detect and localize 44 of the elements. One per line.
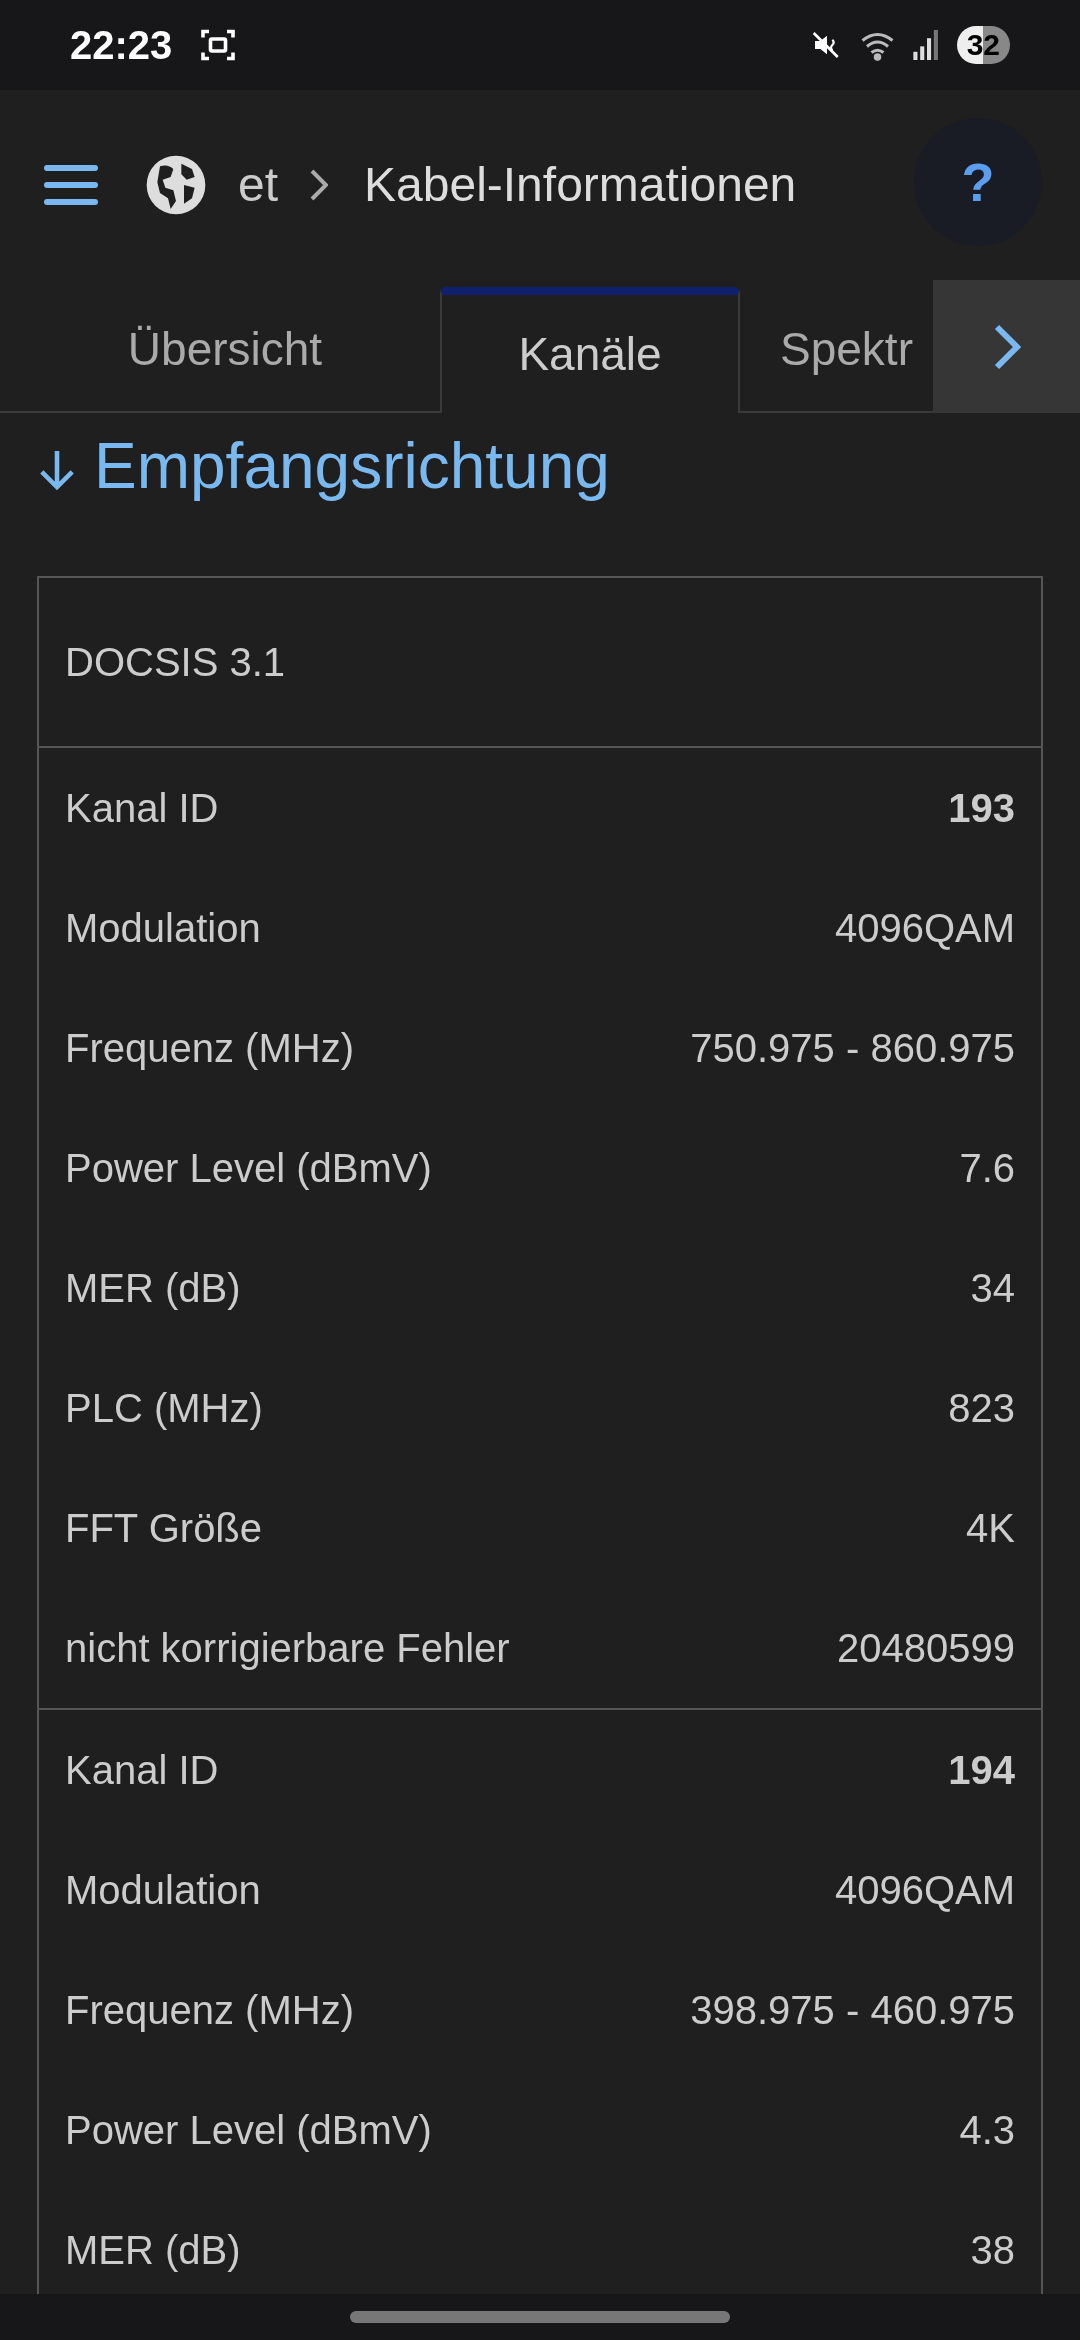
field-value: 4K [966, 1505, 1015, 1552]
field-label: Kanal ID [65, 1747, 219, 1794]
field-value: 34 [970, 1265, 1015, 1312]
field-label: nicht korrigierbare Fehler [65, 1625, 510, 1672]
field-label: MER (dB) [65, 2227, 241, 2274]
section-heading: Empfangsrichtung [94, 428, 610, 504]
field-label: Frequenz (MHz) [65, 1987, 354, 2034]
field-value: 194 [948, 1747, 1015, 1794]
chevron-icon [308, 169, 329, 201]
field-label: Modulation [65, 1867, 261, 1914]
field-label: Power Level (dBmV) [65, 2107, 432, 2154]
chevron-right-icon [992, 322, 1021, 371]
page-title: Kabel-Informationen [364, 157, 797, 213]
signal-icon [912, 30, 941, 60]
field-label: MER (dB) [65, 1265, 241, 1312]
tab[interactable]: Übersicht [10, 287, 440, 413]
field-value: 750.975 - 860.975 [690, 1025, 1015, 1072]
field-label: PLC (MHz) [65, 1385, 263, 1432]
field-value: 193 [948, 785, 1015, 832]
scroll-right-button[interactable] [933, 280, 1080, 413]
field-label: Modulation [65, 905, 261, 952]
field-label: Power Level (dBmV) [65, 1145, 432, 1192]
arrow-down-icon [38, 448, 76, 491]
breadcrumb-link[interactable]: et [238, 149, 279, 221]
field-value: 398.975 - 460.975 [690, 1987, 1015, 2034]
field-value: 20480599 [837, 1625, 1015, 1672]
field-label: Kanal ID [65, 785, 219, 832]
help-button[interactable]: ? [914, 118, 1042, 246]
home-indicator[interactable] [350, 2311, 730, 2323]
field-value: 4096QAM [834, 905, 1015, 952]
globe-icon [144, 153, 208, 217]
tab[interactable]: Kanäle [440, 287, 740, 413]
field-label: FFT Größe [65, 1505, 263, 1552]
clock: 22:23 [70, 22, 173, 69]
field-label: Frequenz (MHz) [65, 1025, 354, 1072]
field-value: 7.6 [959, 1145, 1015, 1192]
field-value: 4096QAM [834, 1867, 1015, 1914]
field-value: 823 [948, 1385, 1015, 1432]
battery-indicator: 32 [956, 26, 1010, 64]
card-title: DOCSIS 3.1 [65, 639, 286, 686]
screenshot-icon [200, 27, 237, 63]
field-value: 4.3 [959, 2107, 1015, 2154]
menu-button[interactable] [44, 165, 98, 205]
field-value: 38 [970, 2227, 1015, 2274]
